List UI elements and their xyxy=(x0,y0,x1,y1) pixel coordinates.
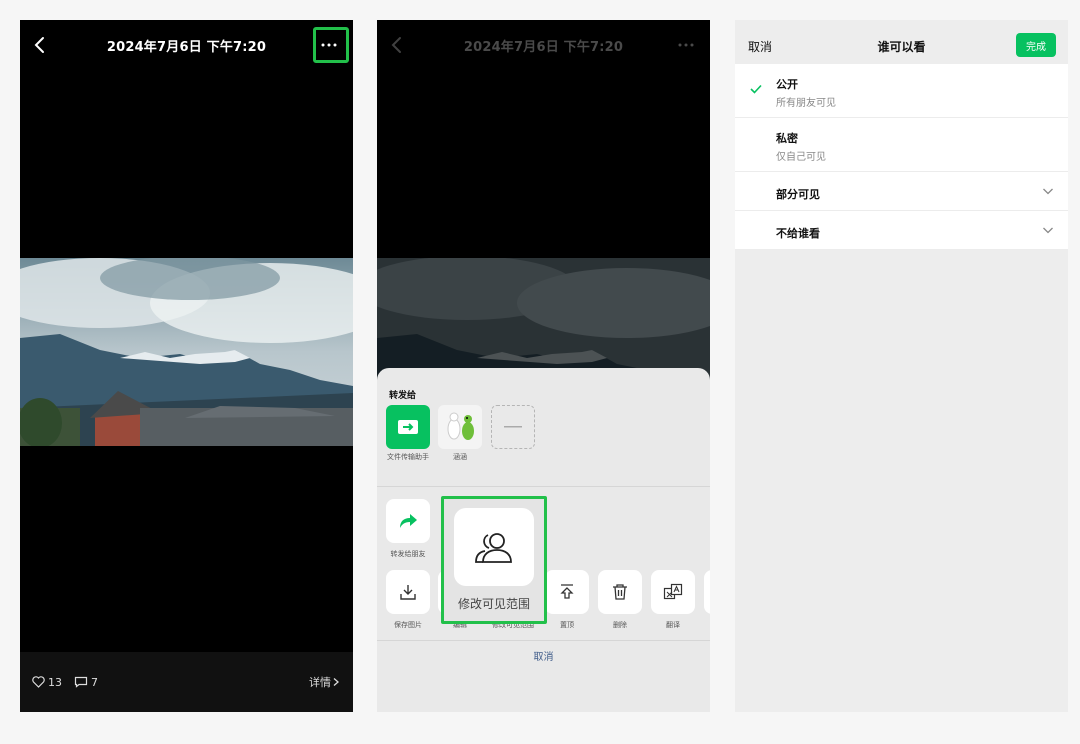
action-label: 置顶 xyxy=(560,621,574,629)
download-icon xyxy=(386,570,430,614)
comment-count: 7 xyxy=(91,675,98,689)
pin-top-icon xyxy=(545,570,589,614)
change-visibility-zoom-callout[interactable]: 修改可见范围 xyxy=(441,496,547,624)
moment-photo[interactable] xyxy=(20,258,353,446)
share-more-contacts[interactable] xyxy=(491,405,535,449)
highlight-box xyxy=(313,27,349,63)
details-label: 详情 xyxy=(309,676,331,689)
like-stat[interactable]: 13 xyxy=(32,676,62,689)
save-image-button[interactable]: 保存图片 xyxy=(386,570,430,630)
translate-button[interactable]: 翻译 xyxy=(651,570,695,630)
share-file-transfer[interactable]: 文件传输助手 xyxy=(386,405,430,462)
option-private[interactable]: 私密 仅自己可见 xyxy=(735,118,1068,172)
forward-to-friend-button[interactable]: 转发给朋友 xyxy=(386,499,430,559)
option-name: 私密 xyxy=(776,132,798,145)
check-icon xyxy=(750,84,762,94)
option-name: 部分可见 xyxy=(776,188,820,201)
translate-icon xyxy=(651,570,695,614)
share-title: 转发给 xyxy=(389,391,417,401)
bottom-bar: 13 7 详情 xyxy=(20,652,353,712)
chevron-right-icon xyxy=(333,678,339,686)
visibility-options: 公开 所有朋友可见 私密 仅自己可见 部分可见 不给谁看 xyxy=(735,64,1068,250)
action-label: 删除 xyxy=(613,621,627,629)
top-bar: 取消 谁可以看 完成 xyxy=(735,20,1068,64)
heart-icon xyxy=(32,676,45,688)
forward-arrow-icon xyxy=(386,499,430,543)
option-desc: 仅自己可见 xyxy=(776,152,826,163)
chevron-down-icon xyxy=(1043,227,1053,234)
photo-viewer-panel: 2024年7月6日 下午7:20 13 7 详情 xyxy=(20,20,353,712)
action-label: 转发给朋友 xyxy=(390,550,426,558)
divider xyxy=(377,640,710,641)
option-name: 公开 xyxy=(776,78,798,91)
delete-button[interactable]: 删除 xyxy=(598,570,642,630)
share-target-label: 涵涵 xyxy=(453,453,467,461)
option-partially-visible[interactable]: 部分可见 xyxy=(735,172,1068,211)
action-label: 翻译 xyxy=(666,621,680,629)
back-arrow-icon[interactable] xyxy=(30,34,50,56)
action-sheet-panel: 2024年7月6日 下午7:20 转发给 文件传输助手 涵涵 转发给朋友 保存图… xyxy=(377,20,710,712)
option-public[interactable]: 公开 所有朋友可见 xyxy=(735,64,1068,118)
like-count: 13 xyxy=(48,675,62,689)
action-label: 保存图片 xyxy=(394,621,422,629)
done-button[interactable]: 完成 xyxy=(1016,33,1056,57)
share-contact-hanhan[interactable]: 涵涵 xyxy=(438,405,482,462)
chevron-down-icon xyxy=(1043,188,1053,195)
divider xyxy=(377,486,710,487)
pin-to-top-button[interactable]: 置顶 xyxy=(545,570,589,630)
visibility-settings-panel: 取消 谁可以看 完成 公开 所有朋友可见 私密 仅自己可见 部分可见 不给谁看 xyxy=(735,20,1068,712)
comment-stat[interactable]: 7 xyxy=(74,676,98,689)
avatar xyxy=(438,405,482,449)
details-link[interactable]: 详情 xyxy=(309,674,341,690)
more-action-icon xyxy=(704,570,710,614)
option-desc: 所有朋友可见 xyxy=(776,98,836,109)
placeholder-dash-icon xyxy=(491,405,535,449)
page-title: 2024年7月6日 下午7:20 xyxy=(106,39,267,55)
option-hide-from[interactable]: 不给谁看 xyxy=(735,211,1068,250)
zoom-label: 修改可见范围 xyxy=(457,597,530,611)
share-target-label: 文件传输助手 xyxy=(387,453,429,461)
option-name: 不给谁看 xyxy=(776,227,820,240)
comment-icon xyxy=(74,676,88,688)
top-bar: 2024年7月6日 下午7:20 xyxy=(20,20,353,70)
more-action-partial[interactable] xyxy=(704,570,710,614)
people-icon xyxy=(454,508,534,586)
trash-icon xyxy=(598,570,642,614)
file-transfer-icon xyxy=(386,405,430,449)
cancel-button[interactable]: 取消 xyxy=(377,648,710,663)
